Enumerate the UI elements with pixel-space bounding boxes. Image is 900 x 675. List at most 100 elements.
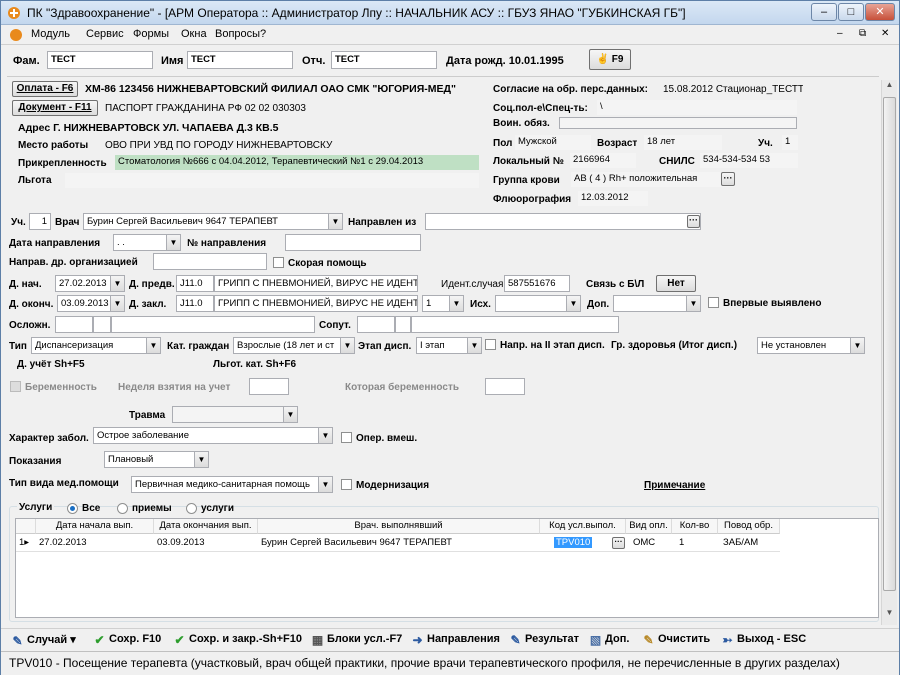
chevron-down-icon[interactable]: ▼: [283, 407, 297, 422]
soput-code2[interactable]: [395, 316, 411, 333]
gr-select[interactable]: Не установлен ▼: [757, 337, 865, 354]
napr2-checkbox[interactable]: [485, 339, 496, 350]
nedelya-field[interactable]: [249, 378, 289, 395]
chevron-down-icon[interactable]: ▼: [318, 477, 332, 492]
menu-questions[interactable]: Вопросы?: [215, 28, 266, 40]
row-opl[interactable]: ОМС: [630, 535, 672, 551]
chevron-down-icon[interactable]: ▼: [110, 296, 124, 311]
result-button[interactable]: ✎ Результат: [509, 633, 579, 647]
d-uchet-link[interactable]: Д. учёт Sh+F5: [17, 359, 85, 370]
table-row[interactable]: 1▸ 27.02.2013 03.09.2013 Бурин Сергей Ва…: [16, 535, 780, 552]
chevron-down-icon[interactable]: ▼: [467, 338, 481, 353]
directions-button[interactable]: ➜ Направления: [411, 633, 499, 647]
dop-button[interactable]: ▧ Доп.: [589, 633, 630, 647]
oslozh-code2[interactable]: [93, 316, 111, 333]
im-field[interactable]: ТЕСТ: [187, 51, 293, 69]
row-doctor[interactable]: Бурин Сергей Васильевич 9647 ТЕРАПЕВТ: [258, 535, 540, 551]
chevron-down-icon[interactable]: ▼: [686, 296, 700, 311]
svyaz-button[interactable]: Нет: [656, 275, 696, 292]
menu-module[interactable]: Модуль: [31, 28, 70, 40]
primech-link[interactable]: Примечание: [644, 480, 705, 491]
clear-button[interactable]: ✎ Очистить: [642, 633, 710, 647]
kotoraya-field[interactable]: [485, 378, 525, 395]
napr-dr-field[interactable]: [153, 253, 267, 270]
ident-field[interactable]: 587551676: [504, 275, 570, 292]
lgot-kat-link[interactable]: Льгот. кат. Sh+F6: [213, 359, 296, 370]
chevron-down-icon[interactable]: ▼: [566, 296, 580, 311]
exit-button[interactable]: ➳ Выход - ESC: [721, 633, 806, 647]
tip-med-select[interactable]: Первичная медико-санитарная помощь ▼: [131, 476, 333, 493]
voin-field[interactable]: [559, 117, 797, 129]
travma-select[interactable]: ▼: [172, 406, 298, 423]
d-okonch-field[interactable]: 03.09.2013 ▼: [57, 295, 125, 312]
row-povod[interactable]: ЗАБ/АМ: [720, 535, 780, 551]
napr-iz-dots-button[interactable]: ···: [687, 215, 700, 228]
filter-uslugi-radio[interactable]: [186, 503, 197, 514]
document-button[interactable]: Документ - F11: [12, 100, 98, 116]
chevron-down-icon[interactable]: ▼: [146, 338, 160, 353]
filter-all-radio[interactable]: [67, 503, 78, 514]
d-pred-code[interactable]: J11.0: [176, 275, 214, 292]
oslozh-field[interactable]: [111, 316, 315, 333]
d-nach-field[interactable]: 27.02.2013 ▼: [55, 275, 125, 292]
chevron-down-icon[interactable]: ▼: [340, 338, 354, 353]
chevron-down-icon[interactable]: ▼: [194, 452, 208, 467]
scroll-down-icon[interactable]: ▼: [883, 608, 896, 623]
chevron-down-icon[interactable]: ▼: [110, 276, 124, 291]
oplata-button[interactable]: Оплата - F6: [12, 81, 78, 97]
scroll-thumb[interactable]: [883, 97, 896, 591]
blood-dots-button[interactable]: ···: [721, 172, 735, 186]
napr-iz-field[interactable]: [425, 213, 701, 230]
menu-forms[interactable]: Формы: [133, 28, 169, 40]
f9-button[interactable]: ✌ F9: [589, 49, 631, 70]
chevron-down-icon[interactable]: ▼: [318, 428, 332, 443]
row-end-date[interactable]: 03.09.2013: [154, 535, 258, 551]
chevron-down-icon[interactable]: ▼: [166, 235, 180, 250]
row-qty[interactable]: 1: [676, 535, 718, 551]
filter-priemy-radio[interactable]: [117, 503, 128, 514]
d-zakl-field[interactable]: ГРИПП С ПНЕВМОНИЕЙ, ВИРУС НЕ ИДЕНТИФИ: [214, 295, 418, 312]
row-start-date[interactable]: 27.02.2013: [36, 535, 154, 551]
case-menu-button[interactable]: ✎ Случай ▾: [11, 633, 75, 648]
close-button[interactable]: ✕: [865, 3, 895, 21]
mdi-minimize-icon[interactable]: –: [837, 28, 843, 39]
dop-select[interactable]: ▼: [613, 295, 701, 312]
fam-field[interactable]: ТЕСТ: [47, 51, 153, 69]
otch-field[interactable]: ТЕСТ: [331, 51, 437, 69]
blocks-button[interactable]: ▦ Блоки усл.-F7: [311, 633, 402, 647]
soput-field[interactable]: [411, 316, 619, 333]
etap-select[interactable]: I этап ▼: [416, 337, 482, 354]
modern-checkbox[interactable]: [341, 479, 352, 490]
d-zakl-n-select[interactable]: 1 ▼: [422, 295, 464, 312]
save-button[interactable]: ✔ Сохр. F10: [93, 633, 161, 647]
isx-select[interactable]: ▼: [495, 295, 581, 312]
menu-service[interactable]: Сервис: [86, 28, 124, 40]
minimize-button[interactable]: –: [811, 3, 837, 21]
save-close-button[interactable]: ✔ Сохр. и закр.-Sh+F10: [173, 633, 302, 647]
berem-checkbox[interactable]: [10, 381, 21, 392]
n-napr-field[interactable]: [285, 234, 421, 251]
kat-select[interactable]: Взрослые (18 лет и ст ▼: [233, 337, 355, 354]
soput-code[interactable]: [357, 316, 395, 333]
vertical-scrollbar[interactable]: ▲ ▼: [881, 80, 897, 625]
harakter-select[interactable]: Острое заболевание ▼: [93, 427, 333, 444]
vpervye-checkbox[interactable]: [708, 297, 719, 308]
data-napr-field[interactable]: . . ▼: [113, 234, 181, 251]
skoraya-checkbox[interactable]: [273, 257, 284, 268]
mdi-restore-icon[interactable]: ⧉: [859, 28, 866, 39]
chevron-down-icon[interactable]: ▼: [850, 338, 864, 353]
d-pred-field[interactable]: ГРИПП С ПНЕВМОНИЕЙ, ВИРУС НЕ ИДЕНТИФИ: [214, 275, 418, 292]
tip-select[interactable]: Диспансеризация ▼: [31, 337, 161, 354]
menu-windows[interactable]: Окна: [181, 28, 207, 40]
scroll-up-icon[interactable]: ▲: [883, 80, 896, 95]
mdi-close-icon[interactable]: ✕: [881, 28, 889, 39]
row-code[interactable]: TPV010: [540, 535, 620, 551]
chevron-down-icon[interactable]: ▼: [449, 296, 463, 311]
vrach-select[interactable]: Бурин Сергей Васильевич 9647 ТЕРАПЕВТ ▼: [83, 213, 343, 230]
oslozh-code[interactable]: [55, 316, 93, 333]
chevron-down-icon[interactable]: ▼: [328, 214, 342, 229]
maximize-button[interactable]: □: [838, 3, 864, 21]
uch-field[interactable]: 1: [29, 213, 51, 230]
oper-checkbox[interactable]: [341, 432, 352, 443]
d-zakl-code[interactable]: J11.0: [176, 295, 214, 312]
